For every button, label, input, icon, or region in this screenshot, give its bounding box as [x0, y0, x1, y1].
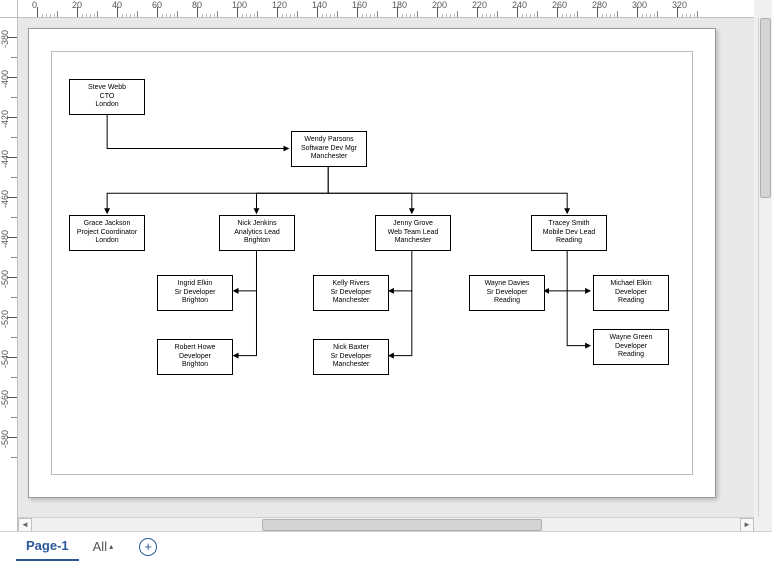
node-loc: Brighton — [182, 361, 208, 369]
page-tab-bar: Page-1 All ▴ + — [0, 531, 772, 561]
add-page-button[interactable]: + — [139, 538, 157, 556]
node-loc: Manchester — [333, 361, 370, 369]
node-name: Wayne Green — [610, 334, 653, 342]
node-name: Robert Howe — [175, 344, 216, 352]
node-role: Developer — [615, 343, 647, 351]
node-role: Project Coordinator — [77, 229, 137, 237]
node-loc: Reading — [618, 351, 644, 359]
org-node-mgr[interactable]: Wendy Parsons Software Dev Mgr Mancheste… — [291, 131, 367, 167]
node-role: Sr Developer — [487, 289, 528, 297]
org-node-web-team-lead[interactable]: Jenny Grove Web Team Lead Manchester — [375, 215, 451, 251]
node-loc: London — [95, 101, 118, 109]
tab-label: All — [93, 539, 107, 554]
tab-page-1[interactable]: Page-1 — [16, 532, 79, 561]
node-loc: Manchester — [395, 237, 432, 245]
scroll-right-button[interactable]: ► — [740, 518, 754, 532]
node-role: Analytics Lead — [234, 229, 280, 237]
org-node-analytics-lead[interactable]: Nick Jenkins Analytics Lead Brighton — [219, 215, 295, 251]
ruler-vertical: -380-400-420-440-460-480-500-520-540-560… — [0, 18, 18, 531]
node-name: Nick Baxter — [333, 344, 369, 352]
node-loc: Reading — [618, 297, 644, 305]
chevron-left-icon: ◄ — [21, 520, 29, 529]
node-loc: Brighton — [182, 297, 208, 305]
node-name: Wayne Davies — [485, 280, 530, 288]
node-loc: Manchester — [311, 153, 348, 161]
node-role: Developer — [615, 289, 647, 297]
org-node-mdl-a[interactable]: Wayne Davies Sr Developer Reading — [469, 275, 545, 311]
vertical-scrollbar-thumb[interactable] — [760, 18, 771, 198]
node-role: CTO — [100, 93, 115, 101]
tab-all[interactable]: All ▴ — [79, 532, 127, 561]
horizontal-scrollbar[interactable]: ◄ ► — [18, 517, 754, 531]
canvas-area[interactable]: Steve Webb CTO London Wendy Parsons Soft… — [18, 18, 754, 531]
vertical-scrollbar[interactable] — [758, 18, 772, 517]
chevron-up-icon: ▴ — [109, 542, 113, 551]
node-loc: London — [95, 237, 118, 245]
node-name: Nick Jenkins — [237, 220, 276, 228]
org-node-al-b[interactable]: Robert Howe Developer Brighton — [157, 339, 233, 375]
ruler-horizontal: 0204060801001201401601802002202402602803… — [18, 0, 754, 18]
chevron-right-icon: ► — [743, 520, 751, 529]
node-role: Mobile Dev Lead — [543, 229, 596, 237]
horizontal-scrollbar-track[interactable] — [32, 518, 740, 532]
page-margin-guide — [51, 51, 693, 475]
drawing-page[interactable]: Steve Webb CTO London Wendy Parsons Soft… — [28, 28, 716, 498]
node-name: Tracey Smith — [549, 220, 590, 228]
org-node-wtl-a[interactable]: Kelly Rivers Sr Developer Manchester — [313, 275, 389, 311]
node-name: Steve Webb — [88, 84, 126, 92]
org-node-cto[interactable]: Steve Webb CTO London — [69, 79, 145, 115]
node-loc: Reading — [556, 237, 582, 245]
node-loc: Brighton — [244, 237, 270, 245]
horizontal-scrollbar-thumb[interactable] — [262, 519, 542, 531]
node-name: Michael Elkin — [610, 280, 651, 288]
node-name: Wendy Parsons — [304, 136, 353, 144]
org-node-wtl-b[interactable]: Nick Baxter Sr Developer Manchester — [313, 339, 389, 375]
node-loc: Manchester — [333, 297, 370, 305]
tab-label: Page-1 — [26, 538, 69, 553]
ruler-corner — [0, 0, 18, 18]
node-role: Sr Developer — [331, 289, 372, 297]
node-name: Kelly Rivers — [333, 280, 370, 288]
node-role: Sr Developer — [175, 289, 216, 297]
plus-icon: + — [144, 540, 152, 553]
node-name: Ingrid Elkin — [178, 280, 213, 288]
org-node-mdl-b[interactable]: Michael Elkin Developer Reading — [593, 275, 669, 311]
org-node-mobile-dev-lead[interactable]: Tracey Smith Mobile Dev Lead Reading — [531, 215, 607, 251]
org-node-pc[interactable]: Grace Jackson Project Coordinator London — [69, 215, 145, 251]
node-name: Jenny Grove — [393, 220, 433, 228]
node-role: Software Dev Mgr — [301, 145, 357, 153]
node-role: Sr Developer — [331, 353, 372, 361]
org-node-mdl-c[interactable]: Wayne Green Developer Reading — [593, 329, 669, 365]
org-node-al-a[interactable]: Ingrid Elkin Sr Developer Brighton — [157, 275, 233, 311]
node-role: Developer — [179, 353, 211, 361]
scroll-left-button[interactable]: ◄ — [18, 518, 32, 532]
node-loc: Reading — [494, 297, 520, 305]
node-role: Web Team Lead — [388, 229, 439, 237]
node-name: Grace Jackson — [84, 220, 131, 228]
